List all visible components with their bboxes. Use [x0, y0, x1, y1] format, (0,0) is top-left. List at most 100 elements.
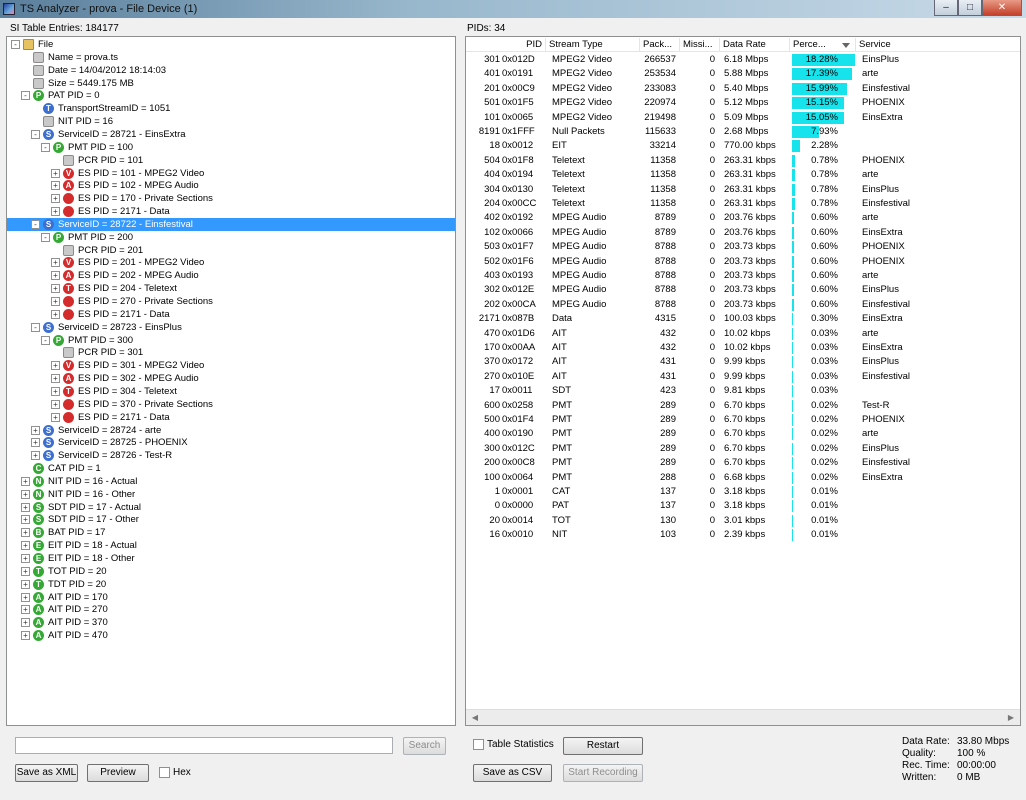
tree-node[interactable]: - S ServiceID = 28722 - Einsfestival [7, 217, 455, 231]
pid-table[interactable]: PID Stream Type Pack... Missi... Data Ra… [465, 36, 1021, 726]
tree-node[interactable]: + N NIT PID = 16 - Other [7, 488, 455, 501]
tree-node[interactable]: + T TDT PID = 20 [7, 578, 455, 591]
expand-icon[interactable]: + [51, 258, 60, 268]
expand-icon[interactable]: + [21, 541, 30, 551]
scroll-left-icon[interactable]: ◀ [468, 712, 482, 724]
expand-icon[interactable]: + [31, 425, 40, 435]
table-row[interactable]: 2171 0x087B Data 4315 0 100.03 kbps 0.30% EinsE… [466, 312, 1020, 326]
tree-node[interactable]: + T ES PID = 304 - Teletext [7, 385, 455, 398]
tree-node[interactable]: + A ES PID = 302 - MPEG Audio [7, 372, 455, 385]
table-row[interactable]: 100 0x0064 PMT 288 0 6.68 kbps 0.02% EinsExtra [466, 471, 1020, 485]
collapse-icon[interactable]: - [41, 232, 50, 242]
collapse-icon[interactable]: - [31, 129, 40, 139]
table-row[interactable]: 302 0x012E MPEG Audio 8788 0 203.73 kbps 0.60%… [466, 283, 1020, 297]
table-row[interactable]: 500 0x01F4 PMT 289 0 6.70 kbps 0.02% PHOENIX [466, 413, 1020, 427]
tree-node[interactable]: PCR PID = 301 [7, 346, 455, 359]
table-row[interactable]: 202 0x00CA MPEG Audio 8788 0 203.73 kbps 0.60%… [466, 298, 1020, 312]
tree-node[interactable]: + E EIT PID = 18 - Actual [7, 539, 455, 552]
close-button[interactable]: ✕ [982, 0, 1022, 16]
table-row[interactable]: 470 0x01D6 AIT 432 0 10.02 kbps 0.03% arte [466, 327, 1020, 341]
si-tree-view[interactable]: - File Name = prova.ts Date = 14/04/2012 18… [6, 36, 456, 726]
tree-node[interactable]: - P PMT PID = 100 [7, 141, 455, 154]
tree-node[interactable]: + ES PID = 2171 - Data [7, 411, 455, 424]
tree-node[interactable]: Date = 14/04/2012 18:14:03 [7, 64, 455, 77]
collapse-icon[interactable]: - [31, 219, 40, 229]
tree-node[interactable]: + T TOT PID = 20 [7, 565, 455, 578]
column-header-stream-type[interactable]: Stream Type [546, 38, 640, 52]
table-row[interactable]: 504 0x01F8 Teletext 11358 0 263.31 kbps 0.78% P… [466, 154, 1020, 168]
expand-icon[interactable]: + [21, 566, 30, 576]
expand-icon[interactable]: + [51, 399, 60, 409]
tree-node[interactable]: + S SDT PID = 17 - Other [7, 513, 455, 526]
preview-button[interactable]: Preview [87, 764, 149, 782]
expand-icon[interactable]: + [31, 438, 40, 448]
tree-node[interactable]: PCR PID = 101 [7, 154, 455, 167]
expand-icon[interactable]: + [21, 515, 30, 525]
tree-node[interactable]: + ES PID = 270 - Private Sections [7, 295, 455, 308]
expand-icon[interactable]: + [21, 476, 30, 486]
table-row[interactable]: 300 0x012C PMT 289 0 6.70 kbps 0.02% EinsPlus [466, 442, 1020, 456]
column-header-missing[interactable]: Missi... [680, 38, 720, 52]
table-row[interactable]: 1 0x0001 CAT 137 0 3.18 kbps 0.01% [466, 485, 1020, 499]
column-header-pid[interactable]: PID [466, 38, 546, 52]
expand-icon[interactable]: + [31, 451, 40, 461]
expand-icon[interactable]: + [21, 489, 30, 499]
table-row[interactable]: 17 0x0011 SDT 423 0 9.81 kbps 0.03% [466, 384, 1020, 398]
table-row[interactable]: 16 0x0010 NIT 103 0 2.39 kbps 0.01% [466, 528, 1020, 542]
tree-node[interactable]: + ES PID = 2171 - Data [7, 308, 455, 321]
collapse-icon[interactable]: - [41, 335, 50, 345]
expand-icon[interactable]: + [51, 374, 60, 384]
expand-icon[interactable]: + [21, 502, 30, 512]
tree-node[interactable]: + ES PID = 2171 - Data [7, 205, 455, 218]
tree-node[interactable]: + T ES PID = 204 - Teletext [7, 282, 455, 295]
tree-node[interactable]: - P PMT PID = 300 [7, 334, 455, 347]
table-row[interactable]: 301 0x012D MPEG2 Video 266537 0 6.18 Mbps 18.2… [466, 53, 1020, 67]
table-row[interactable]: 400 0x0190 PMT 289 0 6.70 kbps 0.02% arte [466, 427, 1020, 441]
save-as-xml-button[interactable]: Save as XML [15, 764, 78, 782]
expand-icon[interactable]: + [51, 207, 60, 217]
expand-icon[interactable]: + [21, 618, 30, 628]
tree-node[interactable]: + V ES PID = 101 - MPEG2 Video [7, 167, 455, 180]
collapse-icon[interactable]: - [41, 142, 50, 152]
tree-node[interactable]: + A AIT PID = 370 [7, 616, 455, 629]
expand-icon[interactable]: + [51, 194, 60, 204]
table-row[interactable]: 600 0x0258 PMT 289 0 6.70 kbps 0.02% Test-R [466, 399, 1020, 413]
table-row[interactable]: 401 0x0191 MPEG2 Video 253534 0 5.88 Mbps 17.3… [466, 67, 1020, 81]
maximize-button[interactable]: □ [958, 0, 982, 16]
expand-icon[interactable]: + [51, 271, 60, 281]
tree-node[interactable]: + S ServiceID = 28724 - arte [7, 424, 455, 437]
expand-icon[interactable]: + [51, 412, 60, 422]
expand-icon[interactable]: + [21, 605, 30, 615]
tree-node[interactable]: - S ServiceID = 28721 - EinsExtra [7, 128, 455, 141]
column-header-service[interactable]: Service [856, 38, 1020, 52]
expand-icon[interactable]: + [51, 309, 60, 319]
expand-icon[interactable]: + [21, 579, 30, 589]
table-row[interactable]: 18 0x0012 EIT 33214 0 770.00 kbps 2.28% [466, 139, 1020, 153]
table-row[interactable]: 404 0x0194 Teletext 11358 0 263.31 kbps 0.78% a… [466, 168, 1020, 182]
collapse-icon[interactable]: - [11, 40, 20, 49]
table-row[interactable]: 370 0x0172 AIT 431 0 9.99 kbps 0.03% EinsPlus [466, 355, 1020, 369]
table-row[interactable]: 8191 0x1FFF Null Packets 115633 0 2.68 Mbps 7.… [466, 125, 1020, 139]
tree-node[interactable]: + A ES PID = 202 - MPEG Audio [7, 269, 455, 282]
expand-icon[interactable]: + [21, 592, 30, 602]
tree-node[interactable]: - P PAT PID = 0 [7, 89, 455, 102]
table-row[interactable]: 402 0x0192 MPEG Audio 8789 0 203.76 kbps 0.60%… [466, 211, 1020, 225]
table-row[interactable]: 20 0x0014 TOT 130 0 3.01 kbps 0.01% [466, 514, 1020, 528]
expand-icon[interactable]: + [51, 297, 60, 306]
tree-node[interactable]: + S ServiceID = 28725 - PHOENIX [7, 436, 455, 449]
tree-node[interactable]: + A ES PID = 102 - MPEG Audio [7, 179, 455, 192]
horizontal-scrollbar[interactable]: ◀ ▶ [466, 709, 1020, 725]
tree-node[interactable]: + N NIT PID = 16 - Actual [7, 475, 455, 488]
tree-node[interactable]: + V ES PID = 201 - MPEG2 Video [7, 256, 455, 269]
start-recording-button[interactable]: Start Recording [563, 764, 643, 782]
table-row[interactable]: 403 0x0193 MPEG Audio 8788 0 203.73 kbps 0.60%… [466, 269, 1020, 283]
tree-node[interactable]: C CAT PID = 1 [7, 462, 455, 475]
column-header-percent[interactable]: Perce... [790, 38, 856, 52]
column-header-packets[interactable]: Pack... [640, 38, 680, 52]
tree-node[interactable]: Size = 5449.175 MB [7, 77, 455, 90]
table-row[interactable]: 204 0x00CC Teletext 11358 0 263.31 kbps 0.78% E… [466, 197, 1020, 211]
tree-node[interactable]: Name = prova.ts [7, 51, 455, 64]
table-row[interactable]: 102 0x0066 MPEG Audio 8789 0 203.76 kbps 0.60%… [466, 226, 1020, 240]
tree-node[interactable]: + S ServiceID = 28726 - Test-R [7, 449, 455, 462]
search-button[interactable]: Search [403, 737, 446, 755]
